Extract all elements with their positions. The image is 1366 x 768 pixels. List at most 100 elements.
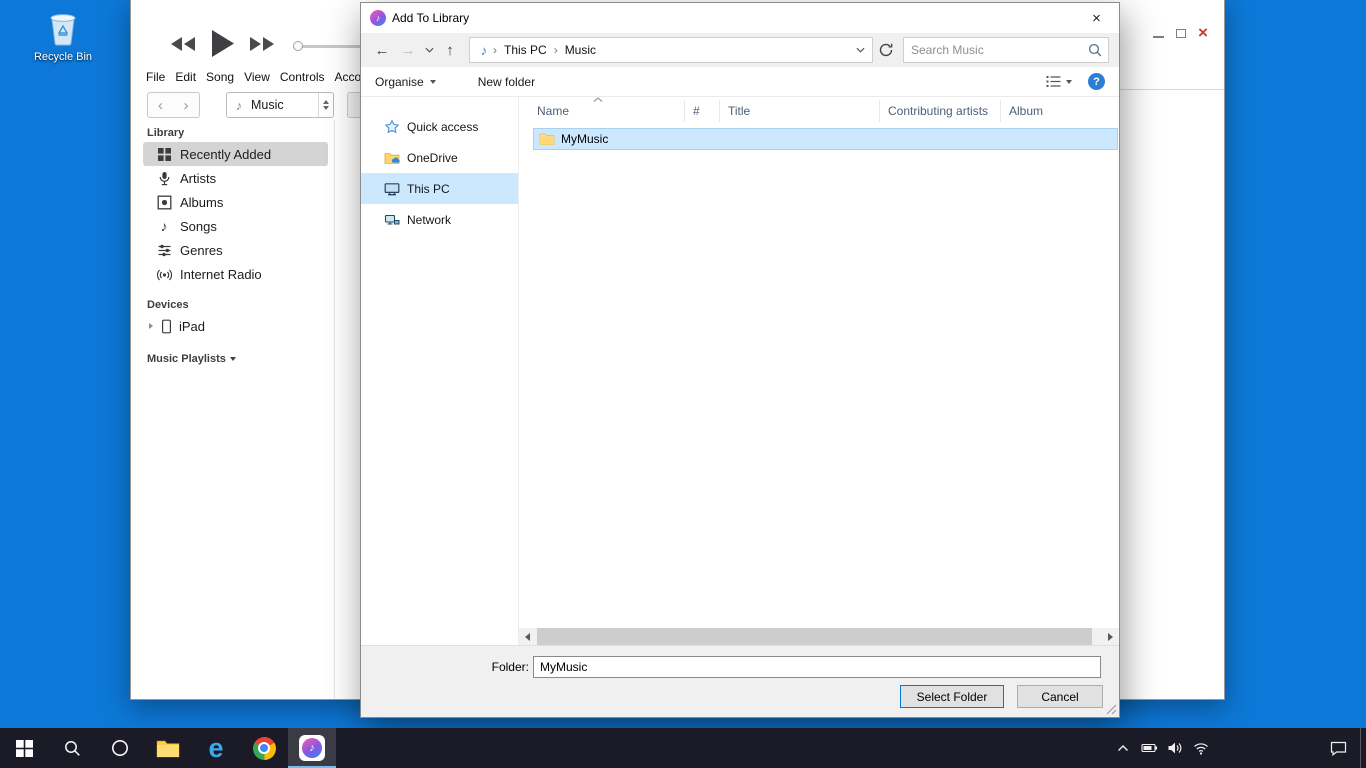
breadcrumb-this-pc[interactable]: This PC — [497, 38, 554, 62]
sidebar-item-label: Recently Added — [180, 147, 271, 162]
close-icon[interactable]: × — [1198, 26, 1208, 40]
nav-item-this-pc[interactable]: This PC — [361, 173, 518, 204]
new-folder-button[interactable]: New folder — [478, 75, 535, 89]
nav-item-quick-access[interactable]: Quick access — [361, 111, 518, 142]
menu-view[interactable]: View — [244, 70, 270, 84]
computer-icon — [384, 181, 400, 197]
sidebar-item-internet-radio[interactable]: Internet Radio — [143, 262, 328, 286]
sidebar-item-ipad[interactable]: iPad — [143, 314, 328, 338]
itunes-button[interactable]: ♪ — [288, 728, 336, 768]
onedrive-icon — [384, 150, 400, 166]
nav-item-onedrive[interactable]: OneDrive — [361, 142, 518, 173]
menu-controls[interactable]: Controls — [280, 70, 325, 84]
sidebar-item-genres[interactable]: Genres — [143, 238, 328, 262]
address-bar[interactable]: ♪ › This PC › Music — [469, 37, 873, 63]
cortana-button[interactable] — [96, 728, 144, 768]
sidebar-item-label: Songs — [180, 219, 217, 234]
recent-locations-dropdown[interactable] — [421, 37, 437, 63]
dialog-titlebar: ♪ Add To Library × — [361, 3, 1119, 33]
sidebar-divider — [334, 120, 335, 699]
chrome-icon — [253, 737, 276, 760]
media-kind-selector[interactable]: ♪ Music — [226, 92, 334, 118]
sidebar-item-label: Albums — [180, 195, 223, 210]
selector-spinner[interactable] — [318, 93, 333, 117]
rewind-button[interactable] — [169, 36, 196, 52]
scrollbar-thumb[interactable] — [537, 628, 1092, 645]
action-center-icon — [1330, 741, 1347, 756]
menu-edit[interactable]: Edit — [175, 70, 196, 84]
speaker-icon[interactable] — [1162, 728, 1188, 768]
search-input[interactable] — [904, 43, 1082, 57]
search-icon[interactable] — [1082, 43, 1108, 57]
forward-button[interactable]: → — [395, 37, 421, 63]
change-view-button[interactable] — [1046, 75, 1072, 88]
edge-button[interactable]: e — [192, 728, 240, 768]
select-folder-button[interactable]: Select Folder — [900, 685, 1004, 708]
organise-button[interactable]: Organise — [375, 75, 436, 89]
maximize-icon[interactable] — [1176, 29, 1186, 38]
dialog-close-button[interactable]: × — [1074, 3, 1119, 33]
itunes-back-button[interactable]: ‹ — [147, 92, 174, 118]
search-button[interactable] — [48, 728, 96, 768]
refresh-button[interactable] — [873, 37, 899, 63]
folder-name-input[interactable] — [533, 656, 1101, 678]
system-tray — [1110, 728, 1214, 768]
play-button[interactable] — [211, 30, 234, 57]
fast-forward-button[interactable] — [249, 36, 276, 52]
menu-song[interactable]: Song — [206, 70, 234, 84]
taskbar: e ♪ — [0, 728, 1366, 768]
details-view-icon — [1046, 75, 1061, 88]
back-button[interactable]: ← — [369, 37, 395, 63]
menu-file[interactable]: File — [146, 70, 165, 84]
library-header: Library — [147, 127, 334, 139]
chevron-down-icon — [230, 357, 236, 361]
help-button[interactable]: ? — [1088, 73, 1105, 90]
wifi-icon[interactable] — [1188, 728, 1214, 768]
search-box[interactable] — [903, 37, 1109, 63]
action-center-button[interactable] — [1320, 728, 1356, 768]
nav-item-network[interactable]: Network — [361, 204, 518, 235]
folder-icon — [156, 739, 180, 758]
network-icon — [384, 212, 400, 228]
itunes-forward-button[interactable]: › — [173, 92, 200, 118]
itunes-menubar: File Edit Song View Controls Account — [146, 70, 378, 84]
expand-caret-icon[interactable] — [149, 323, 153, 329]
recycle-bin-icon — [45, 8, 81, 48]
horizontal-scrollbar[interactable] — [519, 628, 1119, 645]
start-button[interactable] — [0, 728, 48, 768]
minimize-icon[interactable] — [1153, 36, 1164, 38]
volume-slider-knob[interactable] — [293, 41, 303, 51]
scroll-left-arrow[interactable] — [519, 628, 536, 645]
music-playlists-header[interactable]: Music Playlists — [147, 353, 334, 365]
folder-icon — [539, 131, 555, 147]
grid-icon — [156, 146, 172, 162]
sidebar-item-recently-added[interactable]: Recently Added — [143, 142, 328, 166]
scroll-right-arrow[interactable] — [1102, 628, 1119, 645]
cortana-circle-icon — [111, 739, 129, 757]
album-icon — [156, 194, 172, 210]
column-header-number[interactable]: # — [685, 100, 720, 122]
cancel-button[interactable]: Cancel — [1017, 685, 1103, 708]
address-dropdown-icon[interactable] — [848, 47, 872, 53]
battery-icon[interactable] — [1136, 728, 1162, 768]
navigation-pane: Quick access OneDrive This PC — [361, 97, 518, 645]
sidebar-item-artists[interactable]: Artists — [143, 166, 328, 190]
music-note-icon: ♪ — [227, 98, 251, 113]
resize-grip[interactable] — [1106, 704, 1117, 715]
chrome-button[interactable] — [240, 728, 288, 768]
file-row-mymusic[interactable]: MyMusic — [533, 128, 1118, 150]
up-button[interactable]: ↑ — [437, 37, 463, 63]
column-header-name[interactable]: Name — [519, 100, 685, 122]
show-desktop-button[interactable] — [1360, 728, 1366, 768]
microphone-icon — [156, 170, 172, 186]
media-kind-value: Music — [251, 98, 318, 112]
file-explorer-button[interactable] — [144, 728, 192, 768]
column-header-title[interactable]: Title — [720, 100, 880, 122]
chevron-up-icon[interactable] — [1110, 728, 1136, 768]
column-header-contributing-artists[interactable]: Contributing artists — [880, 100, 1001, 122]
breadcrumb-music[interactable]: Music — [558, 38, 603, 62]
recycle-bin[interactable]: Recycle Bin — [30, 8, 96, 63]
sidebar-item-albums[interactable]: Albums — [143, 190, 328, 214]
column-header-album[interactable]: Album — [1001, 100, 1119, 122]
sidebar-item-songs[interactable]: ♪ Songs — [143, 214, 328, 238]
